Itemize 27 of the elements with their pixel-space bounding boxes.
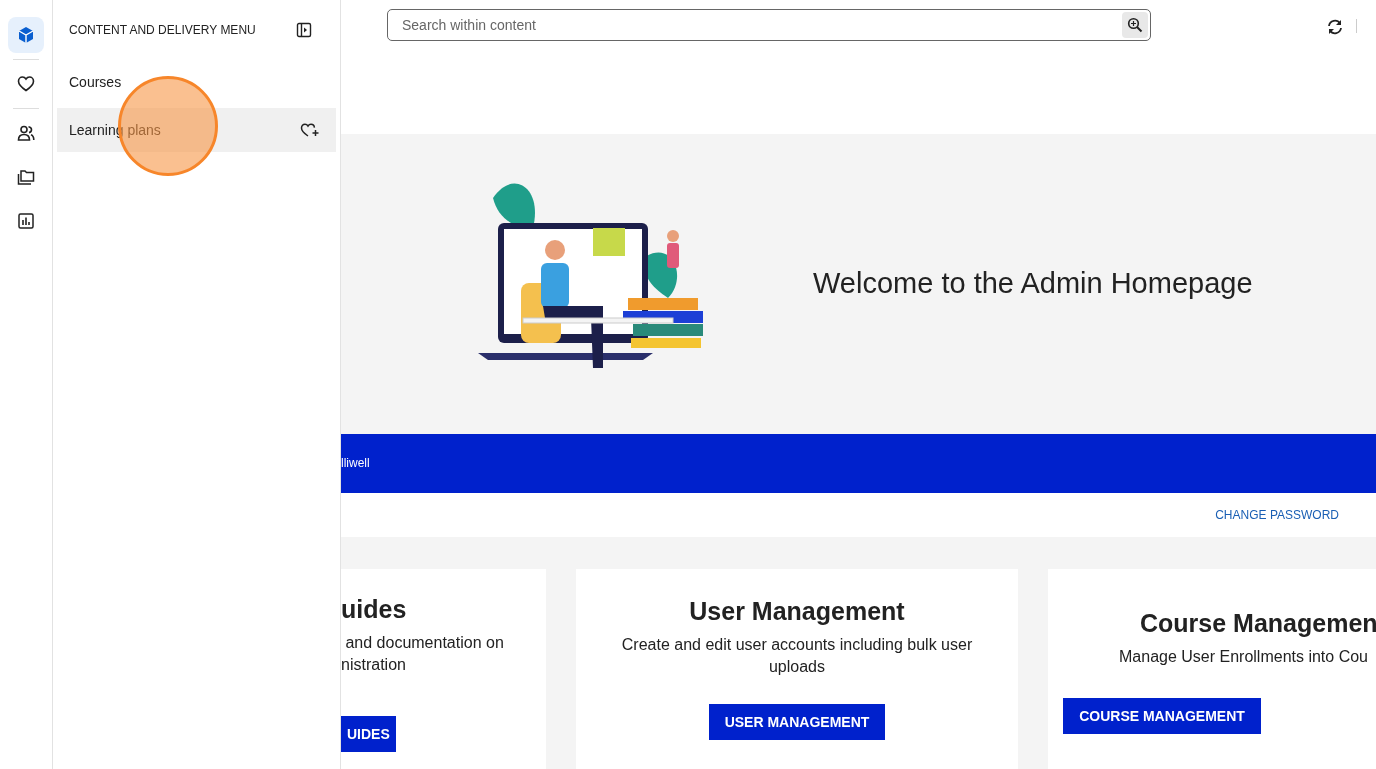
card-title: uides: [341, 595, 407, 624]
card-title: Course Managemen: [1140, 609, 1376, 638]
people-icon: [17, 124, 35, 142]
heart-plus-icon: [300, 122, 320, 138]
heart-icon: [17, 75, 35, 93]
welcome-heading: Welcome to the Admin Homepage: [813, 267, 1253, 301]
menu-item[interactable]: Courses: [57, 60, 336, 104]
search-icon: [1127, 17, 1143, 33]
chart-icon: [17, 212, 35, 230]
card-description: Create and edit user accounts including bulk user uploads: [620, 635, 974, 677]
user-name: lliwell: [341, 456, 370, 471]
folders-icon: [17, 168, 35, 186]
panel-icon: [296, 22, 312, 38]
card-button[interactable]: COURSE MANAGEMENT: [1063, 698, 1261, 734]
card-button[interactable]: USER MANAGEMENT: [708, 704, 886, 740]
card-title: User Management: [689, 597, 905, 626]
search-field[interactable]: Search within content: [387, 9, 1151, 41]
card-description: nistration: [341, 655, 406, 675]
collapse-panel-button[interactable]: [294, 20, 314, 40]
cube-icon: [17, 26, 35, 44]
card-description: Manage User Enrollments into Cou: [1119, 647, 1368, 667]
menu-title: CONTENT AND DELIVERY MENU: [69, 23, 256, 37]
card-button[interactable]: UIDES: [341, 716, 396, 752]
search-button[interactable]: [1122, 12, 1148, 38]
change-password-link[interactable]: CHANGE PASSWORD: [1215, 507, 1339, 522]
card-description: and documentation on: [344, 633, 504, 653]
refresh-icon: [1326, 18, 1344, 36]
